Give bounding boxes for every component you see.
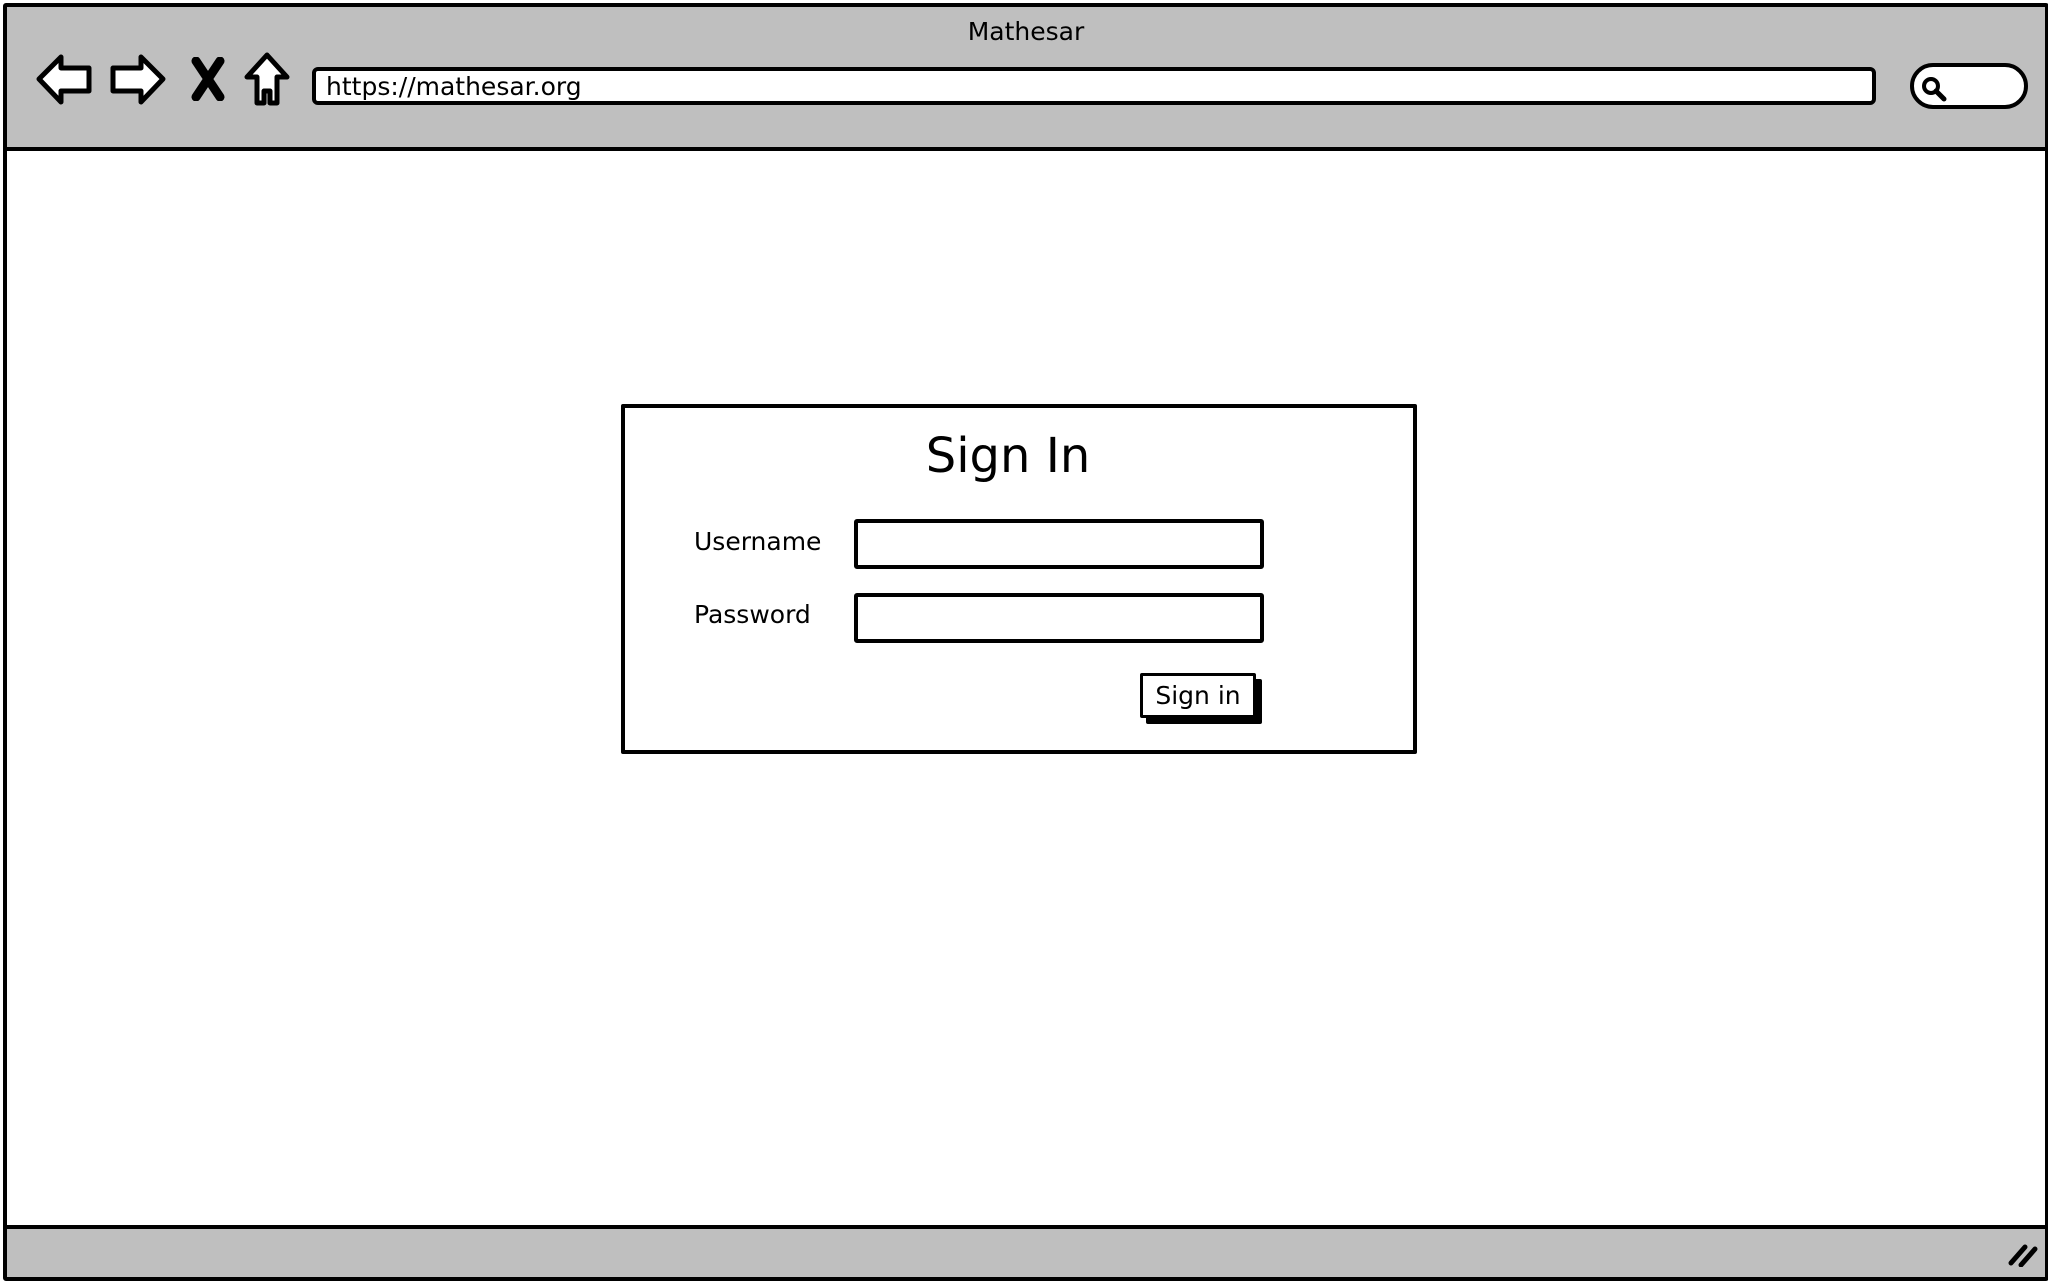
close-x-icon	[190, 57, 226, 101]
browser-titlebar: Mathesar https://mathesar.org	[7, 7, 2045, 151]
search-icon	[1920, 75, 1948, 107]
home-button[interactable]	[241, 49, 293, 109]
home-icon	[243, 51, 291, 107]
url-bar[interactable]: https://mathesar.org	[312, 67, 1876, 105]
back-button[interactable]	[33, 49, 95, 109]
forward-button[interactable]	[107, 49, 169, 109]
browser-statusbar	[7, 1225, 2045, 1277]
resize-grip-icon[interactable]	[2007, 1239, 2039, 1271]
stop-button[interactable]	[187, 49, 229, 109]
username-label: Username	[694, 527, 822, 556]
signin-title: Sign In	[925, 428, 1091, 484]
url-text: https://mathesar.org	[326, 71, 582, 101]
page-content: Sign In Username Password Sign in	[7, 151, 2045, 1229]
browser-search-box[interactable]	[1910, 63, 2028, 109]
window-title: Mathesar	[967, 17, 1085, 46]
password-label: Password	[694, 600, 811, 629]
password-input[interactable]	[854, 593, 1264, 643]
sign-in-button[interactable]: Sign in	[1140, 673, 1256, 718]
forward-arrow-icon	[109, 53, 167, 105]
browser-window: Mathesar https://mathesar.org Sign In Us…	[3, 3, 2048, 1281]
back-arrow-icon	[35, 53, 93, 105]
username-input[interactable]	[854, 519, 1264, 569]
signin-panel: Sign In Username Password Sign in	[621, 404, 1417, 754]
